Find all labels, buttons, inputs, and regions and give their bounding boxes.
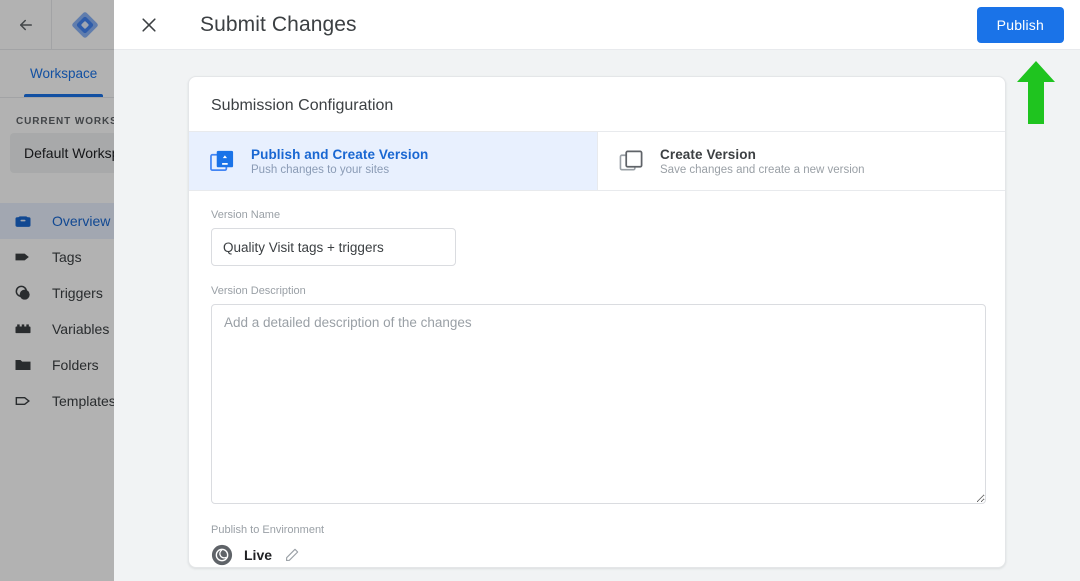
option-publish-and-create-version[interactable]: Publish and Create Version Push changes … xyxy=(189,132,597,190)
modal-header: Submit Changes Publish xyxy=(114,0,1080,50)
version-name-input[interactable] xyxy=(211,228,456,266)
publish-version-icon xyxy=(209,148,235,174)
option-subtext: Push changes to your sites xyxy=(251,163,390,176)
publish-environment-label: Publish to Environment xyxy=(211,524,325,536)
option-create-version[interactable]: Create Version Save changes and create a… xyxy=(597,132,1005,190)
option-heading: Publish and Create Version xyxy=(251,146,429,162)
publish-button[interactable]: Publish xyxy=(976,6,1064,43)
submission-form: Version Name Version Description Publish… xyxy=(189,191,1005,567)
screen-root: Tag Workspace CURRENT WORKSPACE Default … xyxy=(0,0,1080,581)
environment-globe-icon xyxy=(211,544,233,566)
card-title: Submission Configuration xyxy=(211,97,394,114)
option-heading: Create Version xyxy=(660,146,756,162)
version-name-label: Version Name xyxy=(211,209,281,221)
pencil-edit-icon[interactable] xyxy=(283,546,301,564)
close-icon[interactable] xyxy=(136,12,162,38)
version-description-label: Version Description xyxy=(211,285,306,297)
option-text: Publish and Create Version Push changes … xyxy=(251,147,428,176)
submission-option-group: Publish and Create Version Push changes … xyxy=(189,131,1005,191)
option-subtext: Save changes and create a new version xyxy=(660,163,865,176)
option-text: Create Version Save changes and create a… xyxy=(660,147,865,176)
version-description-textarea[interactable] xyxy=(211,304,986,504)
publish-environment-row: Live xyxy=(211,544,983,566)
submit-changes-modal: Submit Changes Publish Submission Config… xyxy=(114,0,1080,581)
submission-configuration-card: Submission Configuration Publish and Cre… xyxy=(188,76,1006,568)
create-version-icon xyxy=(618,148,644,174)
modal-backdrop[interactable] xyxy=(0,0,114,581)
modal-body: Submission Configuration Publish and Cre… xyxy=(114,50,1080,581)
environment-name: Live xyxy=(244,547,273,563)
page-title: Submit Changes xyxy=(200,12,357,36)
